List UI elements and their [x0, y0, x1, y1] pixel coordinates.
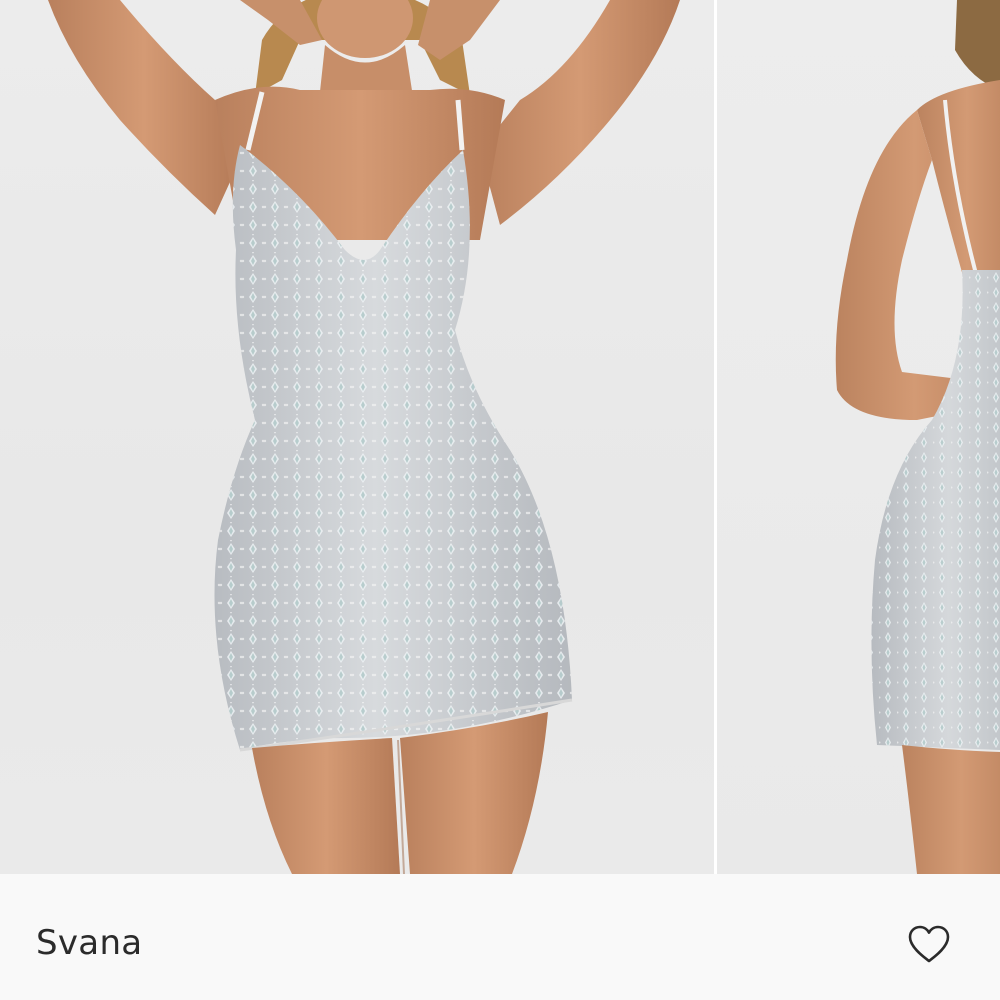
product-image-back[interactable]: [717, 0, 1000, 874]
product-image-front[interactable]: [0, 0, 714, 874]
product-image-gallery[interactable]: [0, 0, 1000, 874]
heart-outline-icon: [908, 925, 950, 963]
model-back-illustration: [835, 0, 1000, 874]
product-info-bar: [0, 874, 1000, 1000]
product-card[interactable]: Svana: [0, 0, 1000, 1000]
product-name[interactable]: Svana: [36, 920, 142, 966]
wishlist-button[interactable]: [902, 918, 956, 970]
model-front-illustration: [48, 0, 680, 874]
